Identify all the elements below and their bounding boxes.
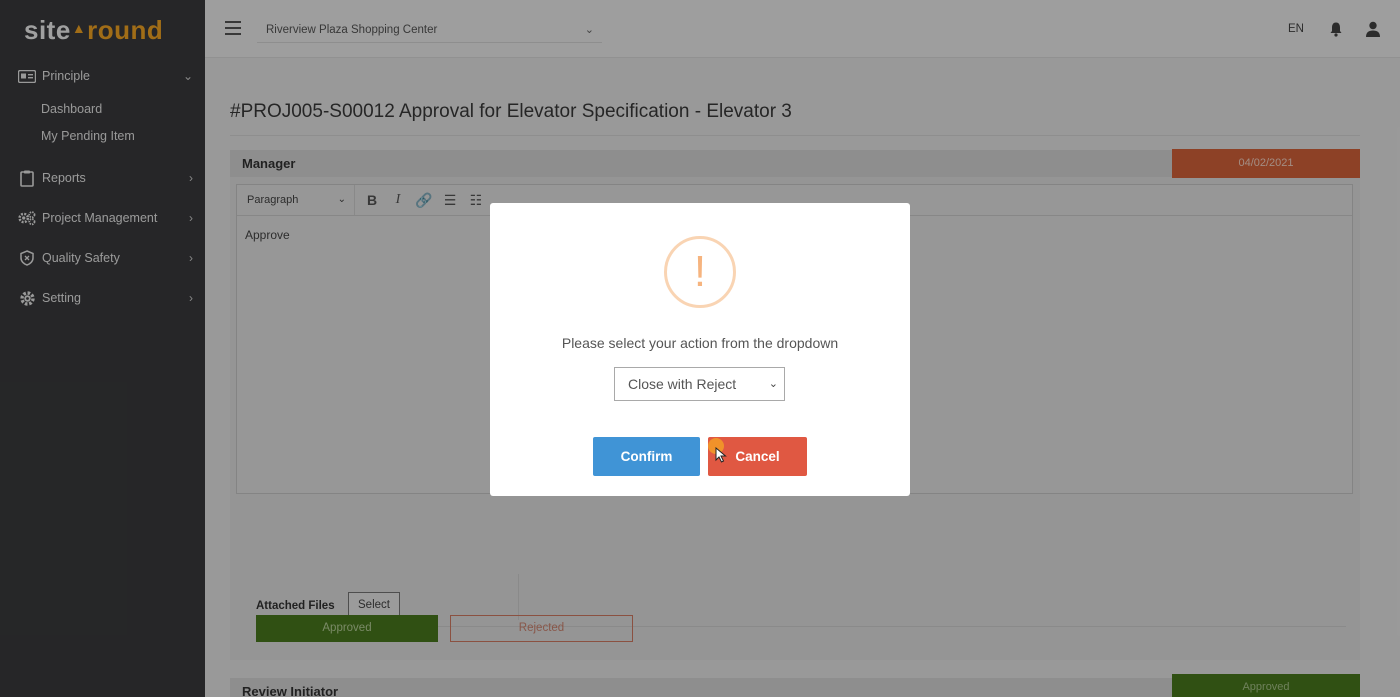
confirm-button[interactable]: Confirm	[593, 437, 700, 476]
chevron-down-icon: ⌄	[768, 378, 778, 390]
mouse-cursor-icon	[715, 447, 727, 463]
action-select-value: Close with Reject	[628, 376, 737, 392]
dialog-message: Please select your action from the dropd…	[561, 335, 839, 351]
action-select[interactable]: Close with Reject ⌄	[614, 367, 785, 401]
exclamation-icon: !	[664, 236, 736, 308]
action-dialog: ! Please select your action from the dro…	[490, 203, 910, 496]
